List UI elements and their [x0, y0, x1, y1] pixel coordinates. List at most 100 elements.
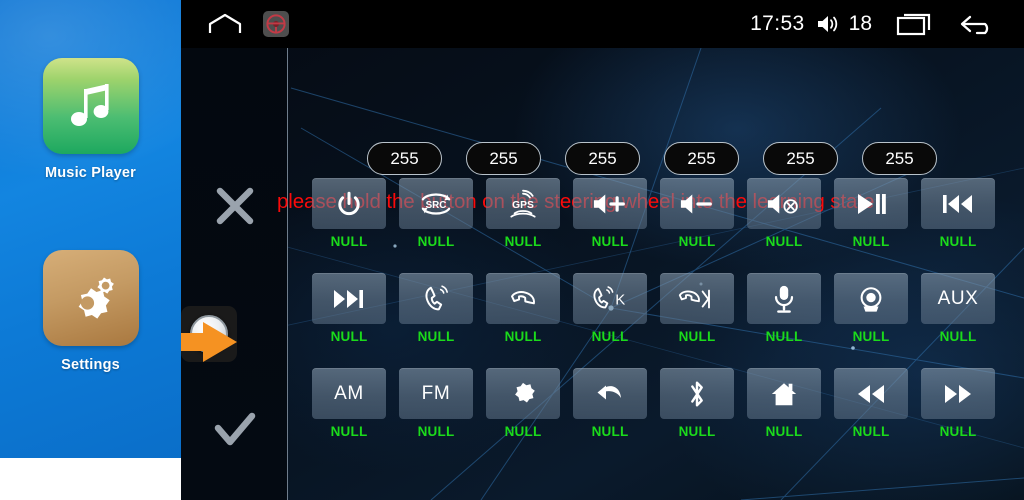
call-key-icon: K: [590, 284, 630, 314]
function-binding-label: NULL: [591, 234, 629, 249]
volume-down-icon: [679, 191, 715, 217]
steering-wheel-icon[interactable]: [263, 11, 289, 37]
confirm-button[interactable]: [181, 403, 288, 459]
function-button-answer-call[interactable]: [399, 273, 473, 324]
volume-up-icon: [592, 191, 628, 217]
function-button-previous-track[interactable]: [921, 178, 995, 229]
adc-value-pill: 255: [763, 142, 838, 175]
close-x-icon: [216, 187, 253, 225]
gear-icon: [508, 379, 538, 409]
function-button-src[interactable]: SRC: [399, 178, 473, 229]
bluetooth-icon: [685, 379, 709, 409]
back-curve-icon: [594, 380, 626, 408]
orange-arrow-icon: [181, 322, 237, 362]
previous-track-icon: [941, 192, 975, 216]
function-binding-label: NULL: [852, 424, 890, 439]
function-cell: NULL: [747, 368, 821, 463]
function-binding-label: NULL: [330, 424, 368, 439]
function-button-hangup-call[interactable]: [486, 273, 560, 324]
function-button-back-curve[interactable]: [573, 368, 647, 419]
function-cell: NULL: [834, 178, 908, 273]
function-button-mute[interactable]: [747, 178, 821, 229]
function-cell: NULL: [660, 273, 734, 368]
function-cell: NULL: [573, 178, 647, 273]
adc-value-pill: 255: [862, 142, 937, 175]
svg-text:K: K: [615, 291, 625, 308]
camera-icon: [856, 284, 886, 314]
function-cell: NULL: [312, 273, 386, 368]
rewind-icon: [854, 382, 888, 406]
hangup-next-icon: [677, 284, 717, 314]
home-outline-icon[interactable]: [207, 12, 243, 36]
function-button-aux[interactable]: AUX: [921, 273, 995, 324]
function-button-fast-forward[interactable]: [921, 368, 995, 419]
function-button-bluetooth[interactable]: [660, 368, 734, 419]
function-cell: AUX NULL: [921, 273, 995, 368]
function-button-home[interactable]: [747, 368, 821, 419]
cancel-button[interactable]: [181, 178, 288, 234]
function-binding-label: NULL: [330, 329, 368, 344]
function-binding-label: NULL: [939, 329, 977, 344]
function-button-volume-down[interactable]: [660, 178, 734, 229]
function-cell: NULL: [573, 368, 647, 463]
function-binding-label: NULL: [765, 424, 803, 439]
function-cell: NULL: [921, 368, 995, 463]
sidebar-item-settings[interactable]: Settings: [0, 250, 181, 373]
function-binding-label: NULL: [765, 329, 803, 344]
function-button-microphone[interactable]: [747, 273, 821, 324]
settings-tile[interactable]: [42, 250, 139, 346]
function-button-gps[interactable]: GPS: [486, 178, 560, 229]
power-icon: [334, 189, 364, 219]
function-button-gear[interactable]: [486, 368, 560, 419]
play-pause-icon: [855, 191, 887, 217]
sidebar-item-label: Music Player: [44, 165, 137, 181]
function-button-am[interactable]: AM: [312, 368, 386, 419]
function-binding-label: NULL: [939, 234, 977, 249]
sidebar-item-label: Settings: [61, 357, 120, 373]
function-binding-label: NULL: [678, 234, 716, 249]
function-binding-label: NULL: [504, 234, 542, 249]
status-bar-left: [181, 11, 289, 37]
function-binding-label: NULL: [504, 329, 542, 344]
function-cell: NULL: [660, 178, 734, 273]
function-button-rewind[interactable]: [834, 368, 908, 419]
function-button-text: AM: [334, 382, 364, 404]
microphone-icon: [771, 284, 797, 314]
answer-call-icon: [421, 284, 451, 314]
function-cell: NULL: [747, 178, 821, 273]
home-icon: [769, 380, 799, 408]
function-cell: NULL: [834, 368, 908, 463]
function-button-fm[interactable]: FM: [399, 368, 473, 419]
function-cell: K NULL: [573, 273, 647, 368]
function-binding-label: NULL: [765, 234, 803, 249]
function-binding-label: NULL: [591, 424, 629, 439]
function-button-power[interactable]: [312, 178, 386, 229]
app-root: Music Player Settings 17:53 18 255 255 2…: [0, 0, 1024, 500]
status-bar: 17:53 18: [181, 0, 1024, 48]
function-cell: FM NULL: [399, 368, 473, 463]
function-binding-label: NULL: [417, 329, 455, 344]
fast-forward-icon: [941, 382, 975, 406]
function-cell: NULL: [486, 368, 560, 463]
function-button-volume-up[interactable]: [573, 178, 647, 229]
gps-icon: GPS: [507, 189, 539, 219]
function-cell: NULL: [399, 273, 473, 368]
main-panel: 17:53 18 255 255 255 255 255 255 please …: [181, 0, 1024, 500]
recent-apps-icon[interactable]: [896, 11, 934, 37]
function-button-text: FM: [421, 382, 451, 404]
function-binding-label: NULL: [417, 424, 455, 439]
function-binding-label: NULL: [678, 424, 716, 439]
volume-icon[interactable]: [815, 13, 841, 35]
function-button-next-track[interactable]: [312, 273, 386, 324]
function-button-hangup-next[interactable]: [660, 273, 734, 324]
function-binding-label: NULL: [678, 329, 716, 344]
mute-icon: [766, 191, 802, 217]
function-button-camera[interactable]: [834, 273, 908, 324]
function-button-call-key[interactable]: K: [573, 273, 647, 324]
music-player-tile[interactable]: [42, 58, 139, 154]
function-cell: SRC NULL: [399, 178, 473, 273]
sidebar-item-music-player[interactable]: Music Player: [0, 58, 181, 181]
back-arrow-icon[interactable]: [958, 11, 998, 37]
function-button-play-pause[interactable]: [834, 178, 908, 229]
function-cell: NULL: [747, 273, 821, 368]
